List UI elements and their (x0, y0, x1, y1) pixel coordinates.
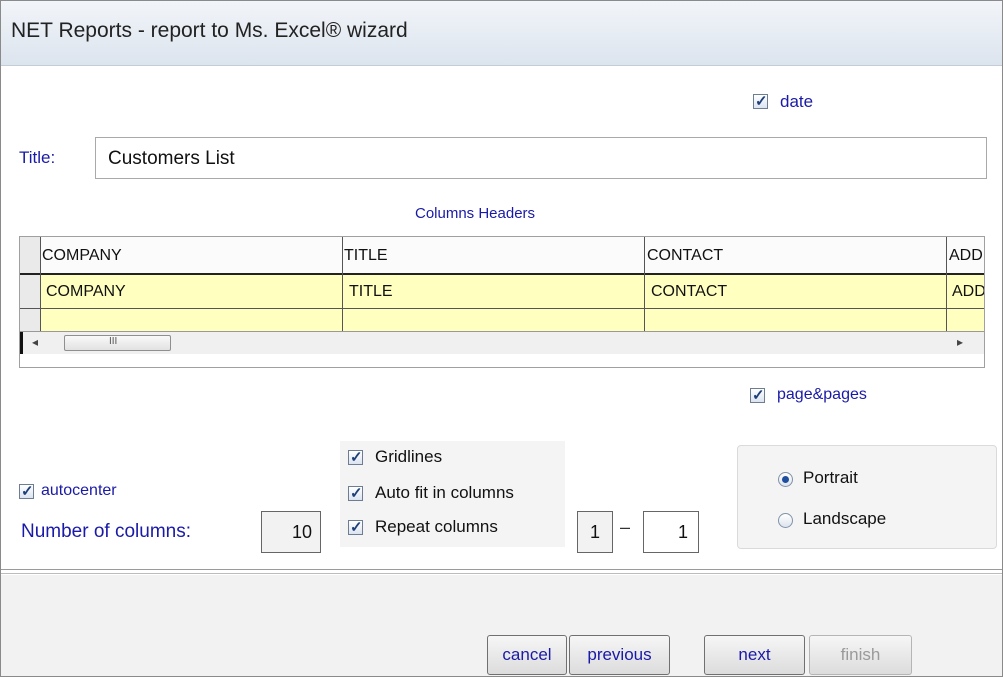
repeat-columns-checkbox[interactable] (348, 518, 363, 536)
header-cell: TITLE (344, 247, 388, 264)
landscape-label: Landscape (803, 509, 887, 528)
data-row[interactable]: COMPANY TITLE CONTACT ADD (40, 273, 984, 331)
row-indicator-column (20, 237, 40, 331)
autocenter-label: autocenter (41, 482, 117, 499)
repeat-to-input[interactable]: 1 (643, 511, 699, 553)
scroll-thumb[interactable]: III (64, 335, 171, 351)
columns-headers-grid[interactable]: COMPANY TITLE CONTACT ADD COMPANY TITLE … (19, 236, 985, 368)
repeat-from-input[interactable]: 1 (577, 511, 613, 553)
title-input[interactable]: Customers List (95, 137, 987, 179)
repeat-columns-label: Repeat columns (375, 517, 498, 536)
header-cell: ADD (949, 247, 983, 264)
gridlines-label: Gridlines (375, 447, 443, 466)
data-cell[interactable]: TITLE (349, 283, 393, 301)
repeat-range-separator: – (620, 517, 631, 537)
title-input-value: Customers List (108, 148, 235, 169)
repeat-from-value: 1 (590, 522, 601, 542)
autofit-label: Auto fit in columns (375, 483, 514, 502)
data-cell[interactable]: CONTACT (651, 283, 727, 301)
landscape-radio[interactable] (778, 513, 793, 528)
portrait-radio[interactable] (778, 472, 793, 487)
portrait-label: Portrait (803, 468, 858, 487)
number-of-columns-label: Number of columns: (21, 521, 192, 542)
autofit-checkbox[interactable] (348, 484, 363, 502)
scroll-grip-icon: III (109, 336, 118, 347)
title-label: Title: (19, 148, 56, 167)
header-cell: CONTACT (647, 247, 724, 264)
repeat-to-value: 1 (677, 522, 688, 542)
gridlines-checkbox[interactable] (348, 448, 363, 466)
wizard-window: NET Reports - report to Ms. Excel® wizar… (0, 0, 1003, 677)
number-of-columns-input[interactable]: 10 (261, 511, 321, 553)
page-pages-label: page&pages (777, 386, 867, 403)
title-bar: NET Reports - report to Ms. Excel® wizar… (1, 1, 1002, 66)
orientation-group: Portrait Landscape (737, 445, 997, 549)
finish-button[interactable]: finish (809, 635, 912, 675)
previous-button[interactable]: previous (569, 635, 670, 675)
header-cell: COMPANY (42, 247, 122, 264)
scroll-left-arrow-icon[interactable]: ◂ (32, 335, 38, 349)
header-row: COMPANY TITLE CONTACT ADD (40, 237, 984, 273)
window-title: NET Reports - report to Ms. Excel® wizar… (11, 19, 408, 42)
autocenter-checkbox[interactable] (19, 482, 34, 500)
columns-headers-caption: Columns Headers (415, 205, 536, 222)
number-of-columns-value: 10 (291, 522, 312, 542)
scroll-right-arrow-icon[interactable]: ▸ (957, 335, 963, 349)
cancel-button[interactable]: cancel (487, 635, 567, 675)
page-pages-checkbox[interactable] (750, 386, 765, 404)
date-label: date (780, 92, 814, 111)
data-cell[interactable]: COMPANY (46, 283, 126, 301)
date-checkbox[interactable] (753, 92, 768, 110)
data-cell[interactable]: ADD (952, 283, 984, 301)
next-button[interactable]: next (704, 635, 805, 675)
horizontal-scrollbar[interactable]: ◂ III ▸ (20, 332, 984, 354)
